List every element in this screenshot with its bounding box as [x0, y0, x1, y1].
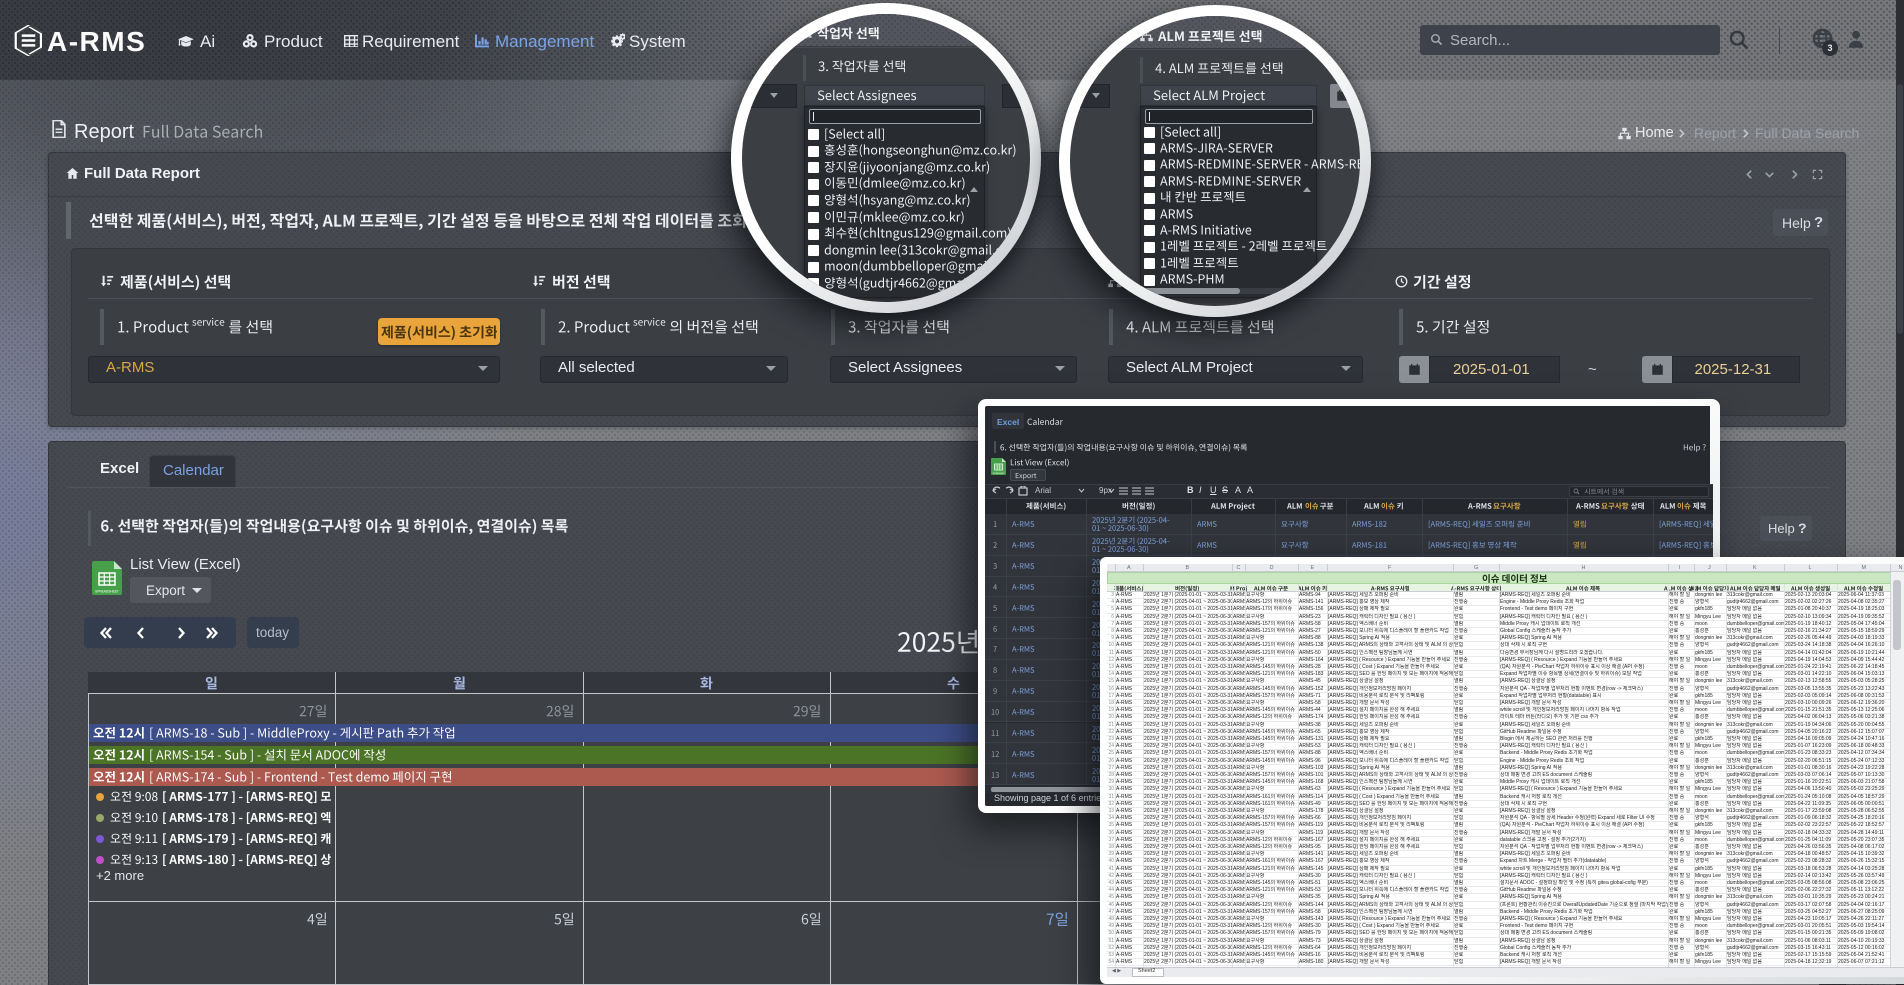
svg-text:SPREADSHEET: SPREADSHEET: [95, 590, 119, 594]
